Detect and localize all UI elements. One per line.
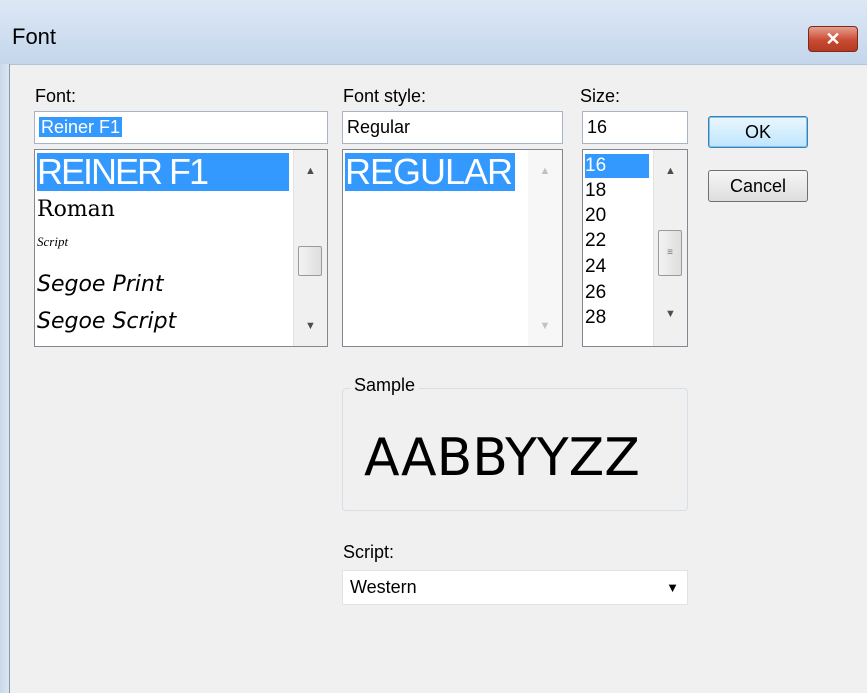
size-list-item-20[interactable]: 20 [585, 205, 606, 227]
chevron-down-icon[interactable]: ▼ [654, 308, 687, 320]
font-style-input[interactable]: Regular [342, 111, 563, 144]
close-icon: ✕ [825, 29, 841, 49]
script-label: Script: [343, 542, 395, 562]
dialog-title: Font [12, 24, 57, 49]
font-style-item-regular[interactable]: REGULAR [345, 153, 516, 191]
chevron-up-icon[interactable]: ▲ [294, 165, 327, 177]
font-list-item-segoe-script[interactable]: Segoe Script [37, 305, 176, 339]
size-list-item-28[interactable]: 28 [585, 307, 606, 329]
size-list-item-22[interactable]: 22 [585, 230, 606, 252]
font-style-list[interactable]: REGULAR ▲ ▼ [342, 149, 563, 347]
font-list-item-segoe-print[interactable]: Segoe Print [37, 268, 163, 302]
size-input[interactable]: 16 [582, 111, 688, 144]
font-list-scroll-thumb[interactable] [298, 246, 322, 276]
script-value: Western [350, 577, 417, 597]
size-value: 16 [587, 117, 608, 137]
chevron-up-icon[interactable]: ▲ [654, 165, 687, 177]
sample-preview: AABBYYZZ [364, 428, 640, 488]
chevron-up-icon: ▲ [539, 165, 551, 177]
font-name-input[interactable]: Reiner F1 [34, 111, 328, 144]
size-list-scroll-thumb[interactable]: ≡ [658, 230, 682, 276]
size-list-item-24[interactable]: 24 [585, 256, 606, 278]
chevron-down-icon[interactable]: ▼ [666, 571, 679, 604]
close-button[interactable]: ✕ [808, 26, 858, 52]
ok-button[interactable]: OK [708, 116, 808, 148]
font-list-item-roman[interactable]: Roman [37, 196, 115, 224]
window-frame-left [0, 64, 10, 693]
sample-label: Sample [350, 375, 420, 396]
size-list[interactable]: 16 18 20 22 24 26 28 ▲ ≡ ▼ [582, 149, 688, 347]
font-list[interactable]: REINER F1 Roman Script Segoe Print Segoe… [34, 149, 328, 347]
size-list-scrollbar[interactable]: ▲ ≡ ▼ [653, 150, 687, 346]
font-style-value: Regular [347, 117, 411, 137]
font-dialog: Font ✕ Font: Reiner F1 REINER F1 Roman S… [0, 0, 867, 693]
size-list-item-16[interactable]: 16 [585, 154, 649, 178]
size-list-item-26[interactable]: 26 [585, 282, 606, 304]
title-bar: Font ✕ [0, 0, 867, 65]
font-list-item-script[interactable]: Script [37, 232, 68, 252]
font-list-item-reiner-f1[interactable]: REINER F1 [37, 153, 289, 191]
font-list-scrollbar[interactable]: ▲ ▼ [293, 150, 327, 346]
chevron-down-icon[interactable]: ▼ [294, 320, 327, 332]
size-label: Size: [580, 86, 621, 106]
font-label: Font: [35, 86, 77, 106]
chevron-down-icon: ▼ [539, 320, 551, 332]
cancel-button[interactable]: Cancel [708, 170, 808, 202]
font-style-scrollbar: ▲ ▼ [528, 150, 562, 346]
size-list-item-18[interactable]: 18 [585, 180, 606, 202]
font-name-value: Reiner F1 [39, 117, 123, 137]
script-select[interactable]: Western ▼ [342, 570, 688, 605]
font-style-label: Font style: [343, 86, 427, 106]
